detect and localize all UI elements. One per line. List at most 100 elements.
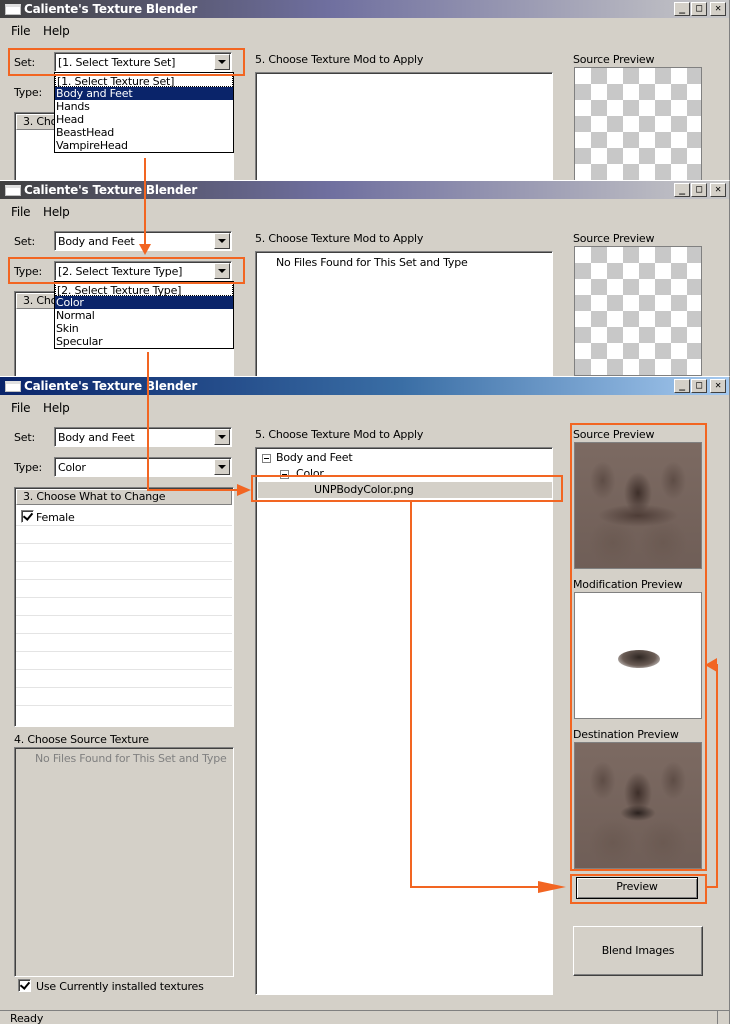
window-title: Caliente's Texture Blender xyxy=(24,379,198,393)
mod-tree[interactable]: No Files Found for This Set and Type xyxy=(255,251,553,376)
source-preview-label: Source Preview xyxy=(573,53,655,66)
type-option[interactable]: Skin xyxy=(55,322,233,335)
set-option[interactable]: Head xyxy=(55,113,233,126)
title-bar[interactable]: Caliente's Texture Blender _ □ ✕ xyxy=(0,181,729,199)
menu-bar: File Help xyxy=(0,202,729,222)
grid-line xyxy=(16,687,232,688)
menu-file[interactable]: File xyxy=(11,24,30,38)
no-source-files-message: No Files Found for This Set and Type xyxy=(35,752,227,765)
chevron-down-icon[interactable] xyxy=(214,429,230,445)
maximize-button[interactable]: □ xyxy=(691,183,707,197)
collapse-icon[interactable] xyxy=(262,454,271,463)
app-icon xyxy=(5,4,21,15)
close-button[interactable]: ✕ xyxy=(710,2,726,16)
type-option-selected[interactable]: Color xyxy=(55,296,233,309)
menu-help[interactable]: Help xyxy=(43,205,70,219)
maximize-button[interactable]: □ xyxy=(691,2,707,16)
set-combo-value: Body and Feet xyxy=(58,235,135,248)
close-button[interactable]: ✕ xyxy=(710,183,726,197)
female-checkbox[interactable] xyxy=(21,510,34,523)
set-combo[interactable]: Body and Feet xyxy=(54,427,232,447)
choose-source-label: 4. Choose Source Texture xyxy=(14,733,149,746)
grid-line xyxy=(16,651,232,652)
arrow-head-icon xyxy=(705,658,717,672)
what-list-header: 3. Choose What to Change xyxy=(16,489,232,505)
set-option-selected[interactable]: Body and Feet xyxy=(55,87,233,100)
menu-file[interactable]: File xyxy=(11,205,30,219)
choose-mod-label: 5. Choose Texture Mod to Apply xyxy=(255,428,424,441)
grid-line xyxy=(16,597,232,598)
menu-bar: File Help xyxy=(0,398,729,418)
tree-node-set[interactable]: Body and Feet xyxy=(276,451,353,464)
status-text: Ready xyxy=(10,1012,44,1024)
app-icon xyxy=(5,185,21,196)
set-option[interactable]: VampireHead xyxy=(55,139,233,152)
source-preview-image xyxy=(574,246,702,376)
set-label: Set: xyxy=(14,235,35,248)
grid-line xyxy=(16,579,232,580)
female-label: Female xyxy=(36,511,75,524)
menu-help[interactable]: Help xyxy=(43,401,70,415)
type-option[interactable]: [2. Select Texture Type] xyxy=(55,283,233,297)
source-preview-label: Source Preview xyxy=(573,232,655,245)
menu-bar: File Help xyxy=(0,21,729,41)
chevron-down-icon[interactable] xyxy=(214,459,230,475)
minimize-button[interactable]: _ xyxy=(674,379,690,393)
what-to-change-list[interactable]: 3. Choose What to Change Female xyxy=(14,487,234,727)
connector-line xyxy=(144,158,146,246)
arrow-head-icon xyxy=(139,244,151,255)
set-dropdown-list[interactable]: [1. Select Texture Set] Body and Feet Ha… xyxy=(54,72,234,153)
type-label: Type: xyxy=(14,461,42,474)
use-installed-checkbox[interactable] xyxy=(18,979,31,992)
app-icon xyxy=(5,381,21,392)
grid-line xyxy=(16,543,232,544)
title-bar[interactable]: Caliente's Texture Blender _ □ ✕ xyxy=(0,0,729,18)
maximize-button[interactable]: □ xyxy=(691,379,707,393)
type-dropdown-list[interactable]: [2. Select Texture Type] Color Normal Sk… xyxy=(54,281,234,349)
mod-tree[interactable]: Body and Feet Color UNPBodyColor.png xyxy=(255,447,553,995)
type-option[interactable]: Normal xyxy=(55,309,233,322)
highlight-file-box xyxy=(251,475,563,502)
arrow-head-icon xyxy=(237,484,251,496)
choose-mod-label: 5. Choose Texture Mod to Apply xyxy=(255,53,424,66)
grid-line xyxy=(16,669,232,670)
connector-line xyxy=(410,502,412,888)
source-preview-image xyxy=(574,67,702,180)
grid-line xyxy=(16,633,232,634)
chevron-down-icon[interactable] xyxy=(214,233,230,249)
grid-line xyxy=(16,615,232,616)
set-label: Set: xyxy=(14,431,35,444)
grid-line xyxy=(16,525,232,526)
window-title: Caliente's Texture Blender xyxy=(24,2,198,16)
set-option[interactable]: BeastHead xyxy=(55,126,233,139)
blend-images-button[interactable]: Blend Images xyxy=(573,926,703,976)
arrow-head-icon xyxy=(538,881,566,893)
title-bar[interactable]: Caliente's Texture Blender _ □ ✕ xyxy=(0,377,729,395)
use-installed-label: Use Currently installed textures xyxy=(36,980,204,993)
type-combo[interactable]: Color xyxy=(54,457,232,477)
type-options: [2. Select Texture Type] Color Normal Sk… xyxy=(55,282,233,348)
minimize-button[interactable]: _ xyxy=(674,183,690,197)
type-option[interactable]: Specular xyxy=(55,335,233,348)
status-divider xyxy=(717,1011,718,1024)
highlight-previews-box xyxy=(570,423,707,871)
highlight-set-box xyxy=(8,48,245,76)
source-texture-list[interactable]: No Files Found for This Set and Type xyxy=(14,747,234,977)
menu-file[interactable]: File xyxy=(11,401,30,415)
grid-line xyxy=(16,705,232,706)
highlight-type-box xyxy=(8,257,245,284)
status-bar: Ready xyxy=(0,1010,730,1024)
window-title: Caliente's Texture Blender xyxy=(24,183,198,197)
set-options: [1. Select Texture Set] Body and Feet Ha… xyxy=(55,73,233,152)
minimize-button[interactable]: _ xyxy=(674,2,690,16)
set-option[interactable]: Hands xyxy=(55,100,233,113)
menu-help[interactable]: Help xyxy=(43,24,70,38)
connector-line xyxy=(716,664,718,888)
grid-line xyxy=(16,561,232,562)
set-combo-value: Body and Feet xyxy=(58,431,135,444)
choose-mod-label: 5. Choose Texture Mod to Apply xyxy=(255,232,424,245)
mod-tree[interactable] xyxy=(255,72,553,180)
connector-line xyxy=(147,489,239,491)
close-button[interactable]: ✕ xyxy=(710,379,726,393)
connector-line xyxy=(147,352,149,490)
